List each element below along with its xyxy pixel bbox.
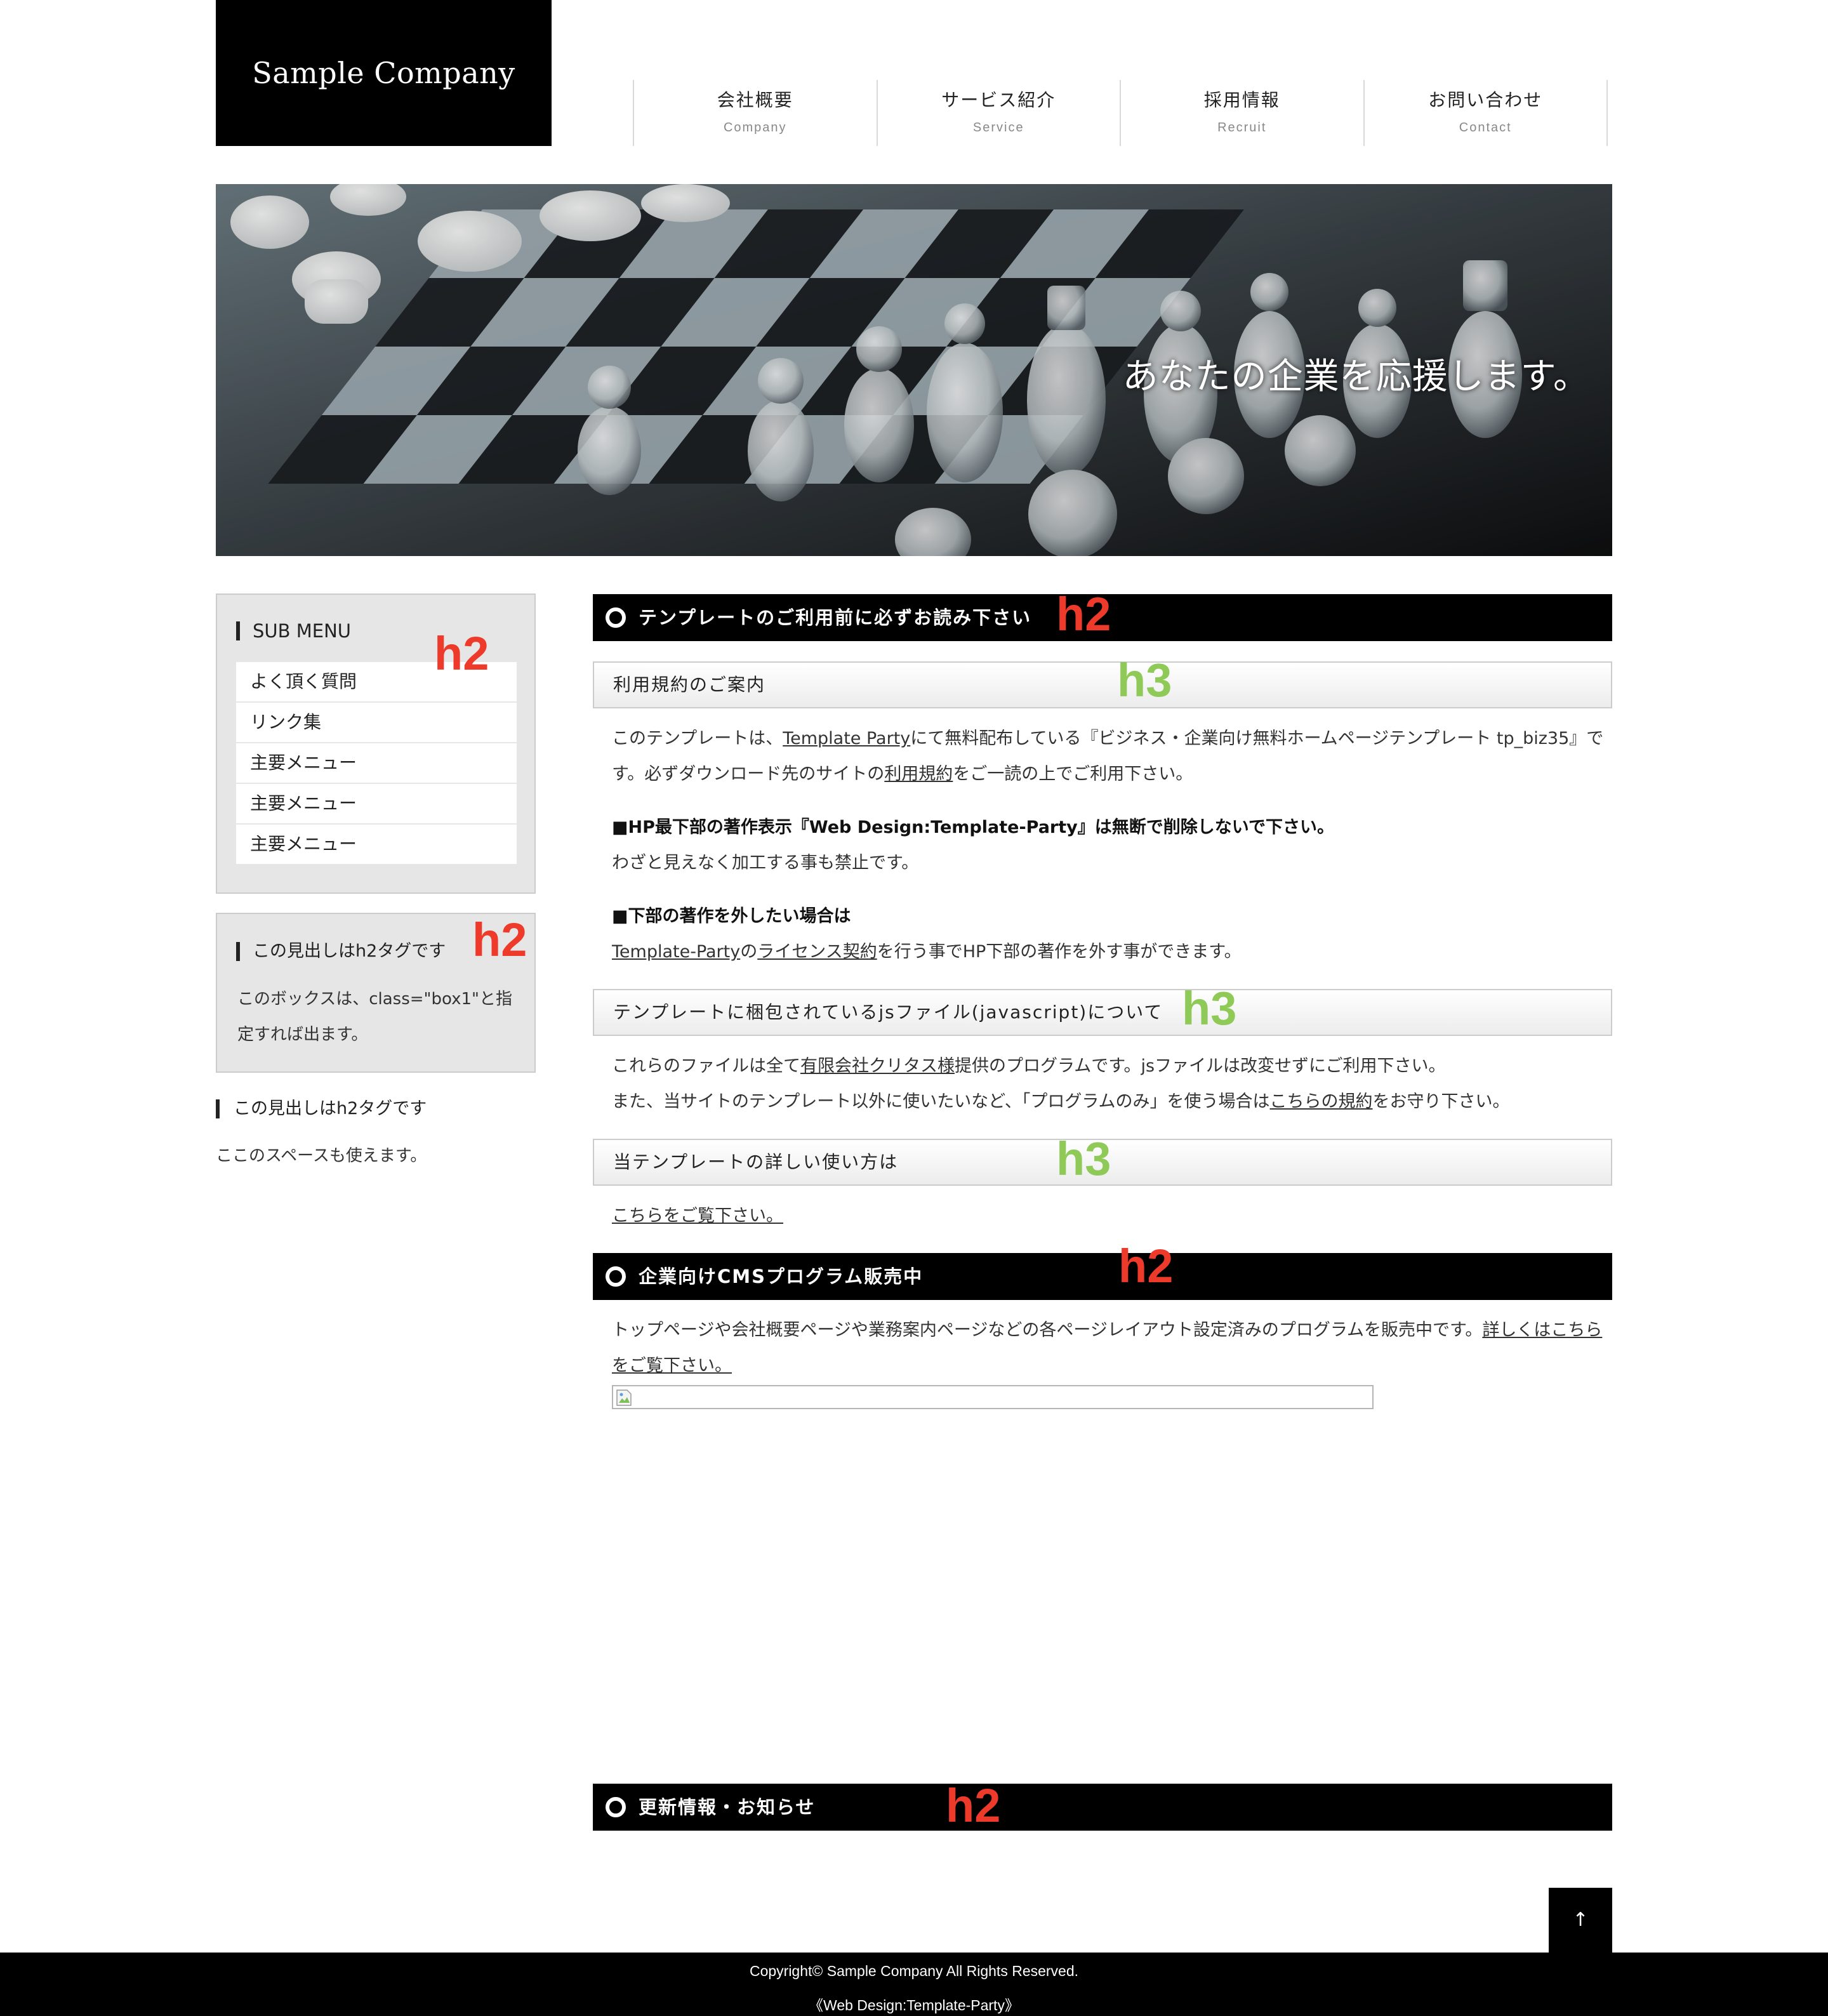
text: これらのファイルは全て	[612, 1056, 800, 1076]
circle-icon	[606, 1797, 626, 1817]
nav-label: サービス紹介	[941, 90, 1056, 110]
hero-banner: あなたの企業を応援します。	[216, 184, 1612, 556]
cms-banner-image[interactable]	[612, 1385, 1374, 1409]
h3-annotation: h3	[1056, 1132, 1111, 1185]
circle-icon	[606, 607, 626, 628]
js-paragraph: これらのファイルは全て有限会社クリタス様提供のプログラムです。jsファイルは改変…	[612, 1049, 1608, 1120]
text: このテンプレートは、	[612, 729, 783, 748]
copyright-notice-paragraph: ■HP最下部の著作表示『Web Design:Template-Party』は無…	[612, 810, 1608, 881]
nav-sublabel: Recruit	[1217, 121, 1267, 135]
terms-link[interactable]: 利用規約	[884, 764, 953, 784]
footer: Copyright© Sample Company All Rights Res…	[0, 1953, 1828, 2016]
nav-item-service[interactable]: サービス紹介 Service	[876, 80, 1120, 146]
text: トップページや会社概要ページや業務案内ページなどの各ページレイアウト設定済みのプ…	[612, 1320, 1483, 1340]
text: をお守り下さい。	[1372, 1092, 1510, 1111]
text: をご一読の上でご利用下さい。	[953, 764, 1193, 784]
subheading-terms: 利用規約のご案内	[593, 661, 1612, 708]
cms-paragraph: トップページや会社概要ページや業務案内ページなどの各ページレイアウト設定済みのプ…	[612, 1313, 1608, 1384]
program-terms-link[interactable]: こちらの規約	[1270, 1092, 1373, 1111]
section-heading-text: テンプレートのご利用前に必ずお読み下さい	[639, 607, 1032, 628]
bold-notice: ■HP最下部の著作表示『Web Design:Template-Party』は無…	[612, 818, 1334, 837]
copyright-text: Copyright© Sample Company All Rights Res…	[749, 1963, 1079, 1979]
section-heading-text: 更新情報・お知らせ	[639, 1796, 816, 1818]
text: わざと見えなく加工する事も禁止です。	[612, 853, 919, 873]
submenu-list: よく頂く質問 リンク集 主要メニュー 主要メニュー 主要メニュー	[236, 662, 517, 865]
section-heading-cms: 企業向けCMSプログラム販売中	[593, 1253, 1612, 1300]
nav-item-contact[interactable]: お問い合わせ Contact	[1363, 80, 1608, 146]
nav-label: お問い合わせ	[1428, 90, 1543, 110]
global-nav: 会社概要 Company サービス紹介 Service 採用情報 Recruit…	[633, 80, 1608, 146]
submenu-item-main-menu[interactable]: 主要メニュー	[236, 825, 517, 865]
h2-annotation: h2	[1118, 1240, 1174, 1292]
submenu-item-main-menu[interactable]: 主要メニュー	[236, 743, 517, 784]
nav-label: 会社概要	[717, 90, 793, 110]
side-text: ここのスペースも使えます。	[216, 1146, 427, 1165]
box1-text: このボックスは、class="box1"と指定すれば出ます。	[237, 990, 513, 1044]
side-heading: この見出しはh2タグです	[216, 1099, 427, 1118]
h3-annotation: h3	[1182, 982, 1237, 1035]
logo-text: Sample Company	[252, 56, 515, 90]
nav-sublabel: Service	[972, 121, 1024, 135]
text: 提供のプログラムです。jsファイルは改変せずにご利用下さい。	[955, 1056, 1446, 1076]
submenu-item-links[interactable]: リンク集	[236, 703, 517, 743]
box1-title: この見出しはh2タグです	[236, 942, 446, 961]
section-heading-news: 更新情報・お知らせ	[593, 1784, 1612, 1831]
bold-notice: ■下部の著作を外したい場合は	[612, 906, 851, 926]
site-logo[interactable]: Sample Company	[216, 0, 552, 146]
text: また、当サイトのテンプレート以外に使いたいなど、「プログラムのみ」を使う場合は	[612, 1092, 1270, 1111]
section-heading-text: 企業向けCMSプログラム販売中	[639, 1266, 924, 1287]
h2-annotation: h2	[434, 627, 489, 680]
text: の	[740, 942, 758, 962]
template-party-link[interactable]: Template Party	[783, 729, 910, 748]
howto-paragraph: こちらをご覧下さい。	[612, 1198, 1608, 1234]
terms-paragraph: このテンプレートは、Template Partyにて無料配布している『ビジネス・…	[612, 721, 1608, 792]
h3-annotation: h3	[1117, 654, 1172, 706]
nav-sublabel: Company	[723, 121, 787, 135]
nav-label: 採用情報	[1203, 90, 1280, 110]
circle-icon	[606, 1266, 626, 1287]
submenu-title: SUB MENU	[236, 621, 351, 640]
hero-caption: あなたの企業を応援します。	[1122, 356, 1589, 397]
license-link[interactable]: ライセンス契約	[757, 942, 877, 962]
template-party-link[interactable]: Template-Party	[612, 942, 740, 962]
nav-item-company[interactable]: 会社概要 Company	[633, 80, 877, 146]
howto-link[interactable]: こちらをご覧下さい。	[612, 1206, 783, 1226]
nav-sublabel: Contact	[1459, 121, 1512, 135]
license-paragraph: ■下部の著作を外したい場合は Template-Partyのライセンス契約を行う…	[612, 899, 1608, 970]
h2-annotation: h2	[946, 1779, 1001, 1832]
submenu-item-main-menu[interactable]: 主要メニュー	[236, 784, 517, 825]
h2-annotation: h2	[1056, 588, 1111, 640]
page-top-button[interactable]: ↑	[1549, 1888, 1612, 1953]
text: を行う事でHP下部の著作を外す事ができます。	[877, 942, 1242, 962]
broken-image-icon	[616, 1389, 632, 1406]
nav-item-recruit[interactable]: 採用情報 Recruit	[1120, 80, 1363, 146]
design-credit[interactable]: 《Web Design:Template-Party》	[0, 1993, 1828, 2015]
kuritas-link[interactable]: 有限会社クリタス様	[800, 1056, 955, 1076]
subheading-js: テンプレートに梱包されているjsファイル(javascript)について	[593, 989, 1612, 1036]
h2-annotation: h2	[472, 913, 527, 966]
